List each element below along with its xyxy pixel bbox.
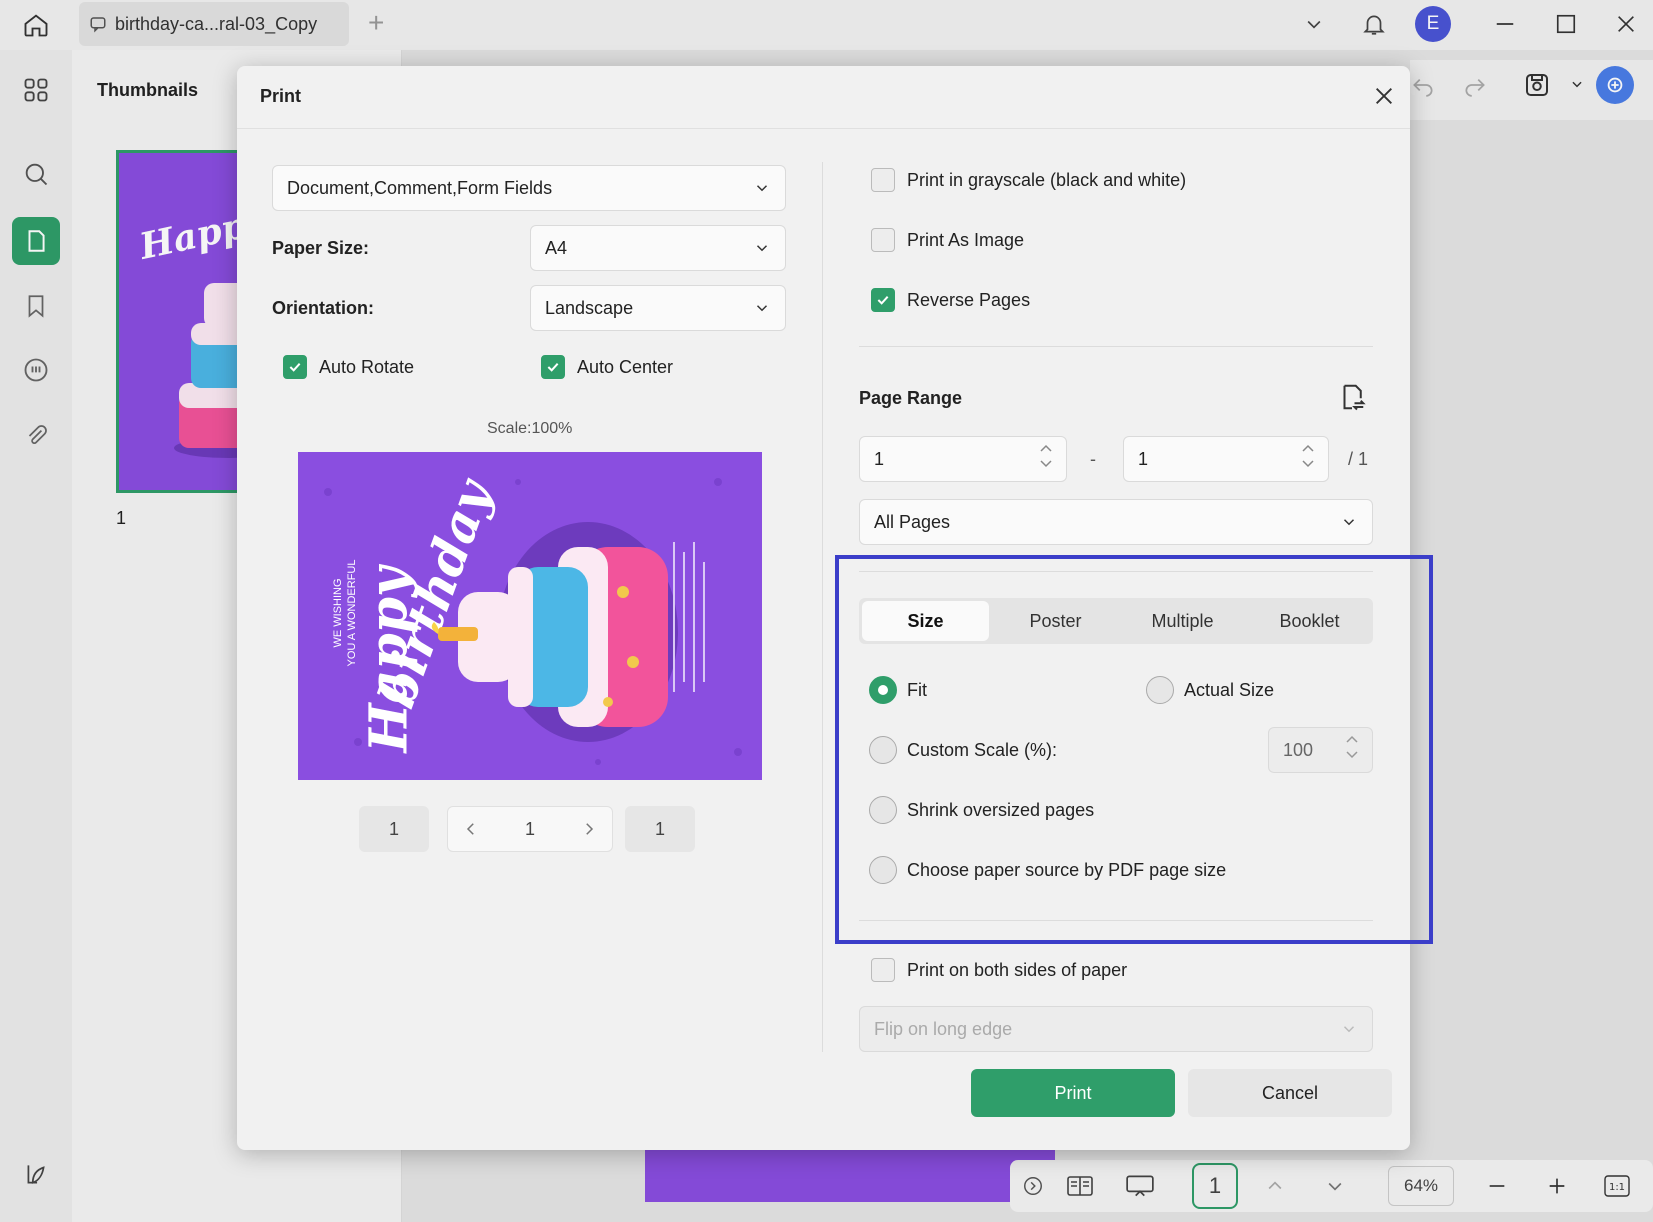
first-page-button[interactable]: 1 <box>359 806 429 852</box>
both-sides-checkbox[interactable]: Print on both sides of paper <box>871 958 1127 982</box>
preview-wishing-line-2: YOU A WONDERFUL <box>346 559 358 667</box>
checkbox-unchecked <box>871 228 895 252</box>
paper-size-value: A4 <box>545 237 568 258</box>
chevron-down-icon <box>1343 1026 1355 1033</box>
range-from-value: 1 <box>874 448 885 469</box>
paper-source-radio[interactable]: Choose paper source by PDF page size <box>869 856 1226 884</box>
preview-body-text-lines <box>663 542 743 692</box>
print-preview: Happy birthday WE WISHING YOU A WONDERFU… <box>298 452 762 780</box>
paper-size-label: Paper Size: <box>272 238 370 258</box>
range-to-value: 1 <box>1138 448 1149 469</box>
print-as-image-label: Print As Image <box>907 229 1025 250</box>
print-button[interactable]: Print <box>971 1069 1175 1117</box>
spinner-arrows-icon[interactable] <box>1346 734 1358 760</box>
radio-unselected <box>869 856 897 884</box>
print-as-image-checkbox[interactable]: Print As Image <box>871 228 1024 252</box>
tab-poster[interactable]: Poster <box>992 598 1119 644</box>
preview-page-navigator: 1 <box>447 806 613 852</box>
actual-size-radio[interactable]: Actual Size <box>1146 676 1274 704</box>
paper-source-label: Choose paper source by PDF page size <box>907 859 1227 880</box>
cake-illustration <box>431 522 678 742</box>
checkbox-unchecked <box>871 958 895 982</box>
content-select[interactable]: Document,Comment,Form Fields <box>272 165 786 211</box>
orientation-value: Landscape <box>545 297 634 318</box>
reverse-pages-label: Reverse Pages <box>907 289 1031 310</box>
grayscale-checkbox[interactable]: Print in grayscale (black and white) <box>871 168 1186 192</box>
range-separator: - <box>1090 449 1096 469</box>
tab-booklet[interactable]: Booklet <box>1246 598 1373 644</box>
chevron-down-icon <box>756 245 768 252</box>
custom-scale-radio[interactable]: Custom Scale (%): <box>869 736 1057 764</box>
chevron-down-icon <box>1343 519 1355 526</box>
dialog-title: Print <box>260 86 302 106</box>
header-divider <box>237 128 1410 129</box>
actual-size-label: Actual Size <box>1184 679 1275 700</box>
custom-scale-label: Custom Scale (%): <box>907 739 1058 760</box>
range-total: / 1 <box>1348 449 1369 469</box>
divider <box>859 571 1373 572</box>
page-range-label: Page Range <box>859 388 963 408</box>
auto-center-checkbox[interactable]: Auto Center <box>541 355 673 379</box>
paper-size-select[interactable]: A4 <box>530 225 786 271</box>
pages-select-value: All Pages <box>874 511 951 532</box>
auto-rotate-label: Auto Rotate <box>319 356 415 377</box>
pages-select[interactable]: All Pages <box>859 499 1373 545</box>
radio-unselected <box>1146 676 1174 704</box>
orientation-label: Orientation: <box>272 298 374 318</box>
last-page-value: 1 <box>654 818 665 839</box>
tab-size[interactable]: Size <box>862 601 989 641</box>
checkbox-checked <box>541 355 565 379</box>
chevron-down-icon <box>756 185 768 192</box>
custom-scale-value: 100 <box>1283 739 1314 760</box>
radio-selected <box>869 676 897 704</box>
flip-select-value: Flip on long edge <box>874 1018 1013 1039</box>
flip-select[interactable]: Flip on long edge <box>859 1006 1373 1052</box>
chevron-left-icon[interactable] <box>462 820 480 838</box>
divider <box>859 346 1373 347</box>
first-page-value: 1 <box>388 818 399 839</box>
print-dialog: Print Document,Comment,Form Fields Paper… <box>237 66 1410 1150</box>
chevron-down-icon <box>756 305 768 312</box>
last-page-button[interactable]: 1 <box>625 806 695 852</box>
range-to-spinner[interactable]: 1 <box>1123 436 1329 482</box>
chevron-right-icon[interactable] <box>580 820 598 838</box>
checkbox-unchecked <box>871 168 895 192</box>
shrink-label: Shrink oversized pages <box>907 799 1095 820</box>
checkbox-checked <box>871 288 895 312</box>
checkbox-checked <box>283 355 307 379</box>
divider <box>859 920 1373 921</box>
orientation-select[interactable]: Landscape <box>530 285 786 331</box>
auto-center-label: Auto Center <box>577 356 674 377</box>
custom-scale-input[interactable]: 100 <box>1268 727 1373 773</box>
swap-pages-icon[interactable] <box>1337 382 1367 417</box>
reverse-pages-checkbox[interactable]: Reverse Pages <box>871 288 1030 312</box>
column-divider <box>822 162 823 1052</box>
close-icon[interactable] <box>1368 80 1400 112</box>
scale-text: Scale:100% <box>487 420 573 437</box>
both-sides-label: Print on both sides of paper <box>907 959 1128 980</box>
content-select-value: Document,Comment,Form Fields <box>287 177 553 198</box>
spinner-arrows-icon[interactable] <box>1302 443 1314 469</box>
auto-rotate-checkbox[interactable]: Auto Rotate <box>283 355 414 379</box>
grayscale-label: Print in grayscale (black and white) <box>907 169 1187 190</box>
preview-current-page[interactable]: 1 <box>525 819 535 840</box>
range-from-spinner[interactable]: 1 <box>859 436 1067 482</box>
shrink-radio[interactable]: Shrink oversized pages <box>869 796 1094 824</box>
radio-unselected <box>869 736 897 764</box>
spinner-arrows-icon[interactable] <box>1040 443 1052 469</box>
preview-wishing-line-1: WE WISHING <box>332 578 344 648</box>
tab-multiple[interactable]: Multiple <box>1119 598 1246 644</box>
fit-label: Fit <box>907 679 927 700</box>
cancel-button[interactable]: Cancel <box>1188 1069 1392 1117</box>
radio-unselected <box>869 796 897 824</box>
scaling-tabs: Size Poster Multiple Booklet <box>859 598 1373 644</box>
fit-radio[interactable]: Fit <box>869 676 927 704</box>
